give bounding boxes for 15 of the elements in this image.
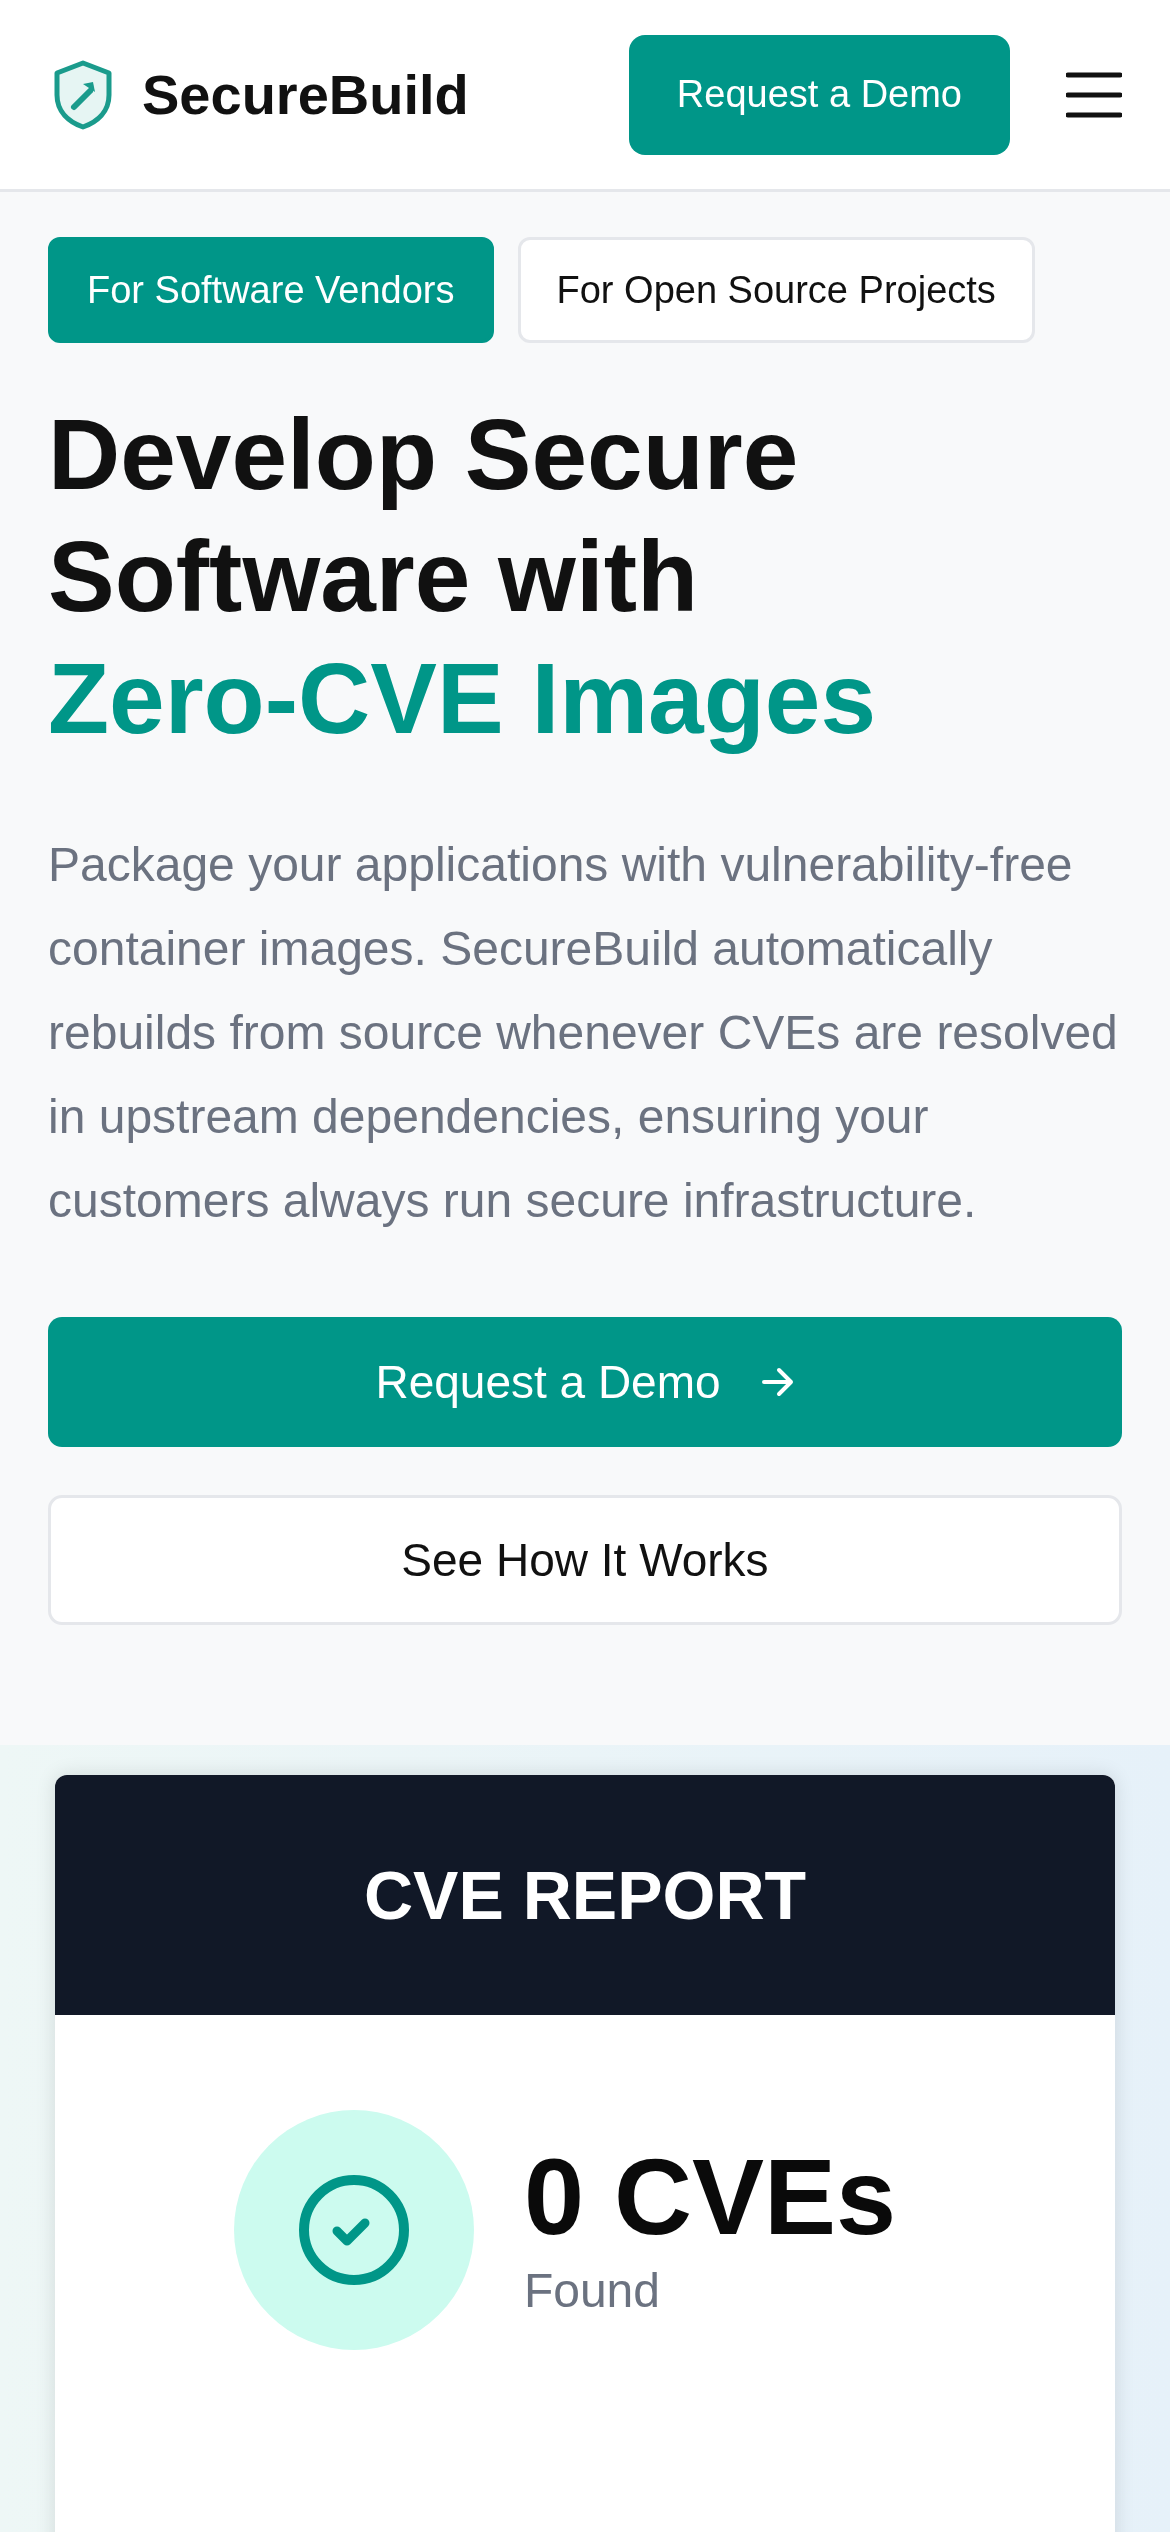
cve-count: 0 CVEs (523, 2142, 897, 2251)
brand-name: SecureBuild (142, 62, 469, 127)
hero-description: Package your applications with vulnerability-free container images. SecureBuild automatically rebuilds from source whenever CVEs are resolved in upstream dependencies, ensuring your customers always run secure infrastructure. (48, 837, 1119, 1229)
audience-tab[interactable]: For Open Source Projects (517, 237, 1035, 343)
arrow-right-icon (760, 1367, 795, 1397)
hero-heading-highlight: Zero-CVE Images (48, 641, 878, 756)
hero-heading: Develop Secure Software with (48, 397, 800, 634)
request-demo-button[interactable]: Request a Demo (628, 34, 1010, 155)
menu-icon[interactable] (1066, 70, 1122, 119)
check-circle-icon (296, 2173, 411, 2287)
cve-count-caption: Found (523, 2262, 661, 2318)
see-how-it-works-button[interactable]: See How It Works (48, 1495, 1122, 1625)
request-demo-button[interactable]: Request a Demo (48, 1317, 1122, 1447)
report-title: CVE REPORT (363, 1856, 807, 1934)
audience-tab[interactable]: For Software Vendors (48, 237, 494, 343)
